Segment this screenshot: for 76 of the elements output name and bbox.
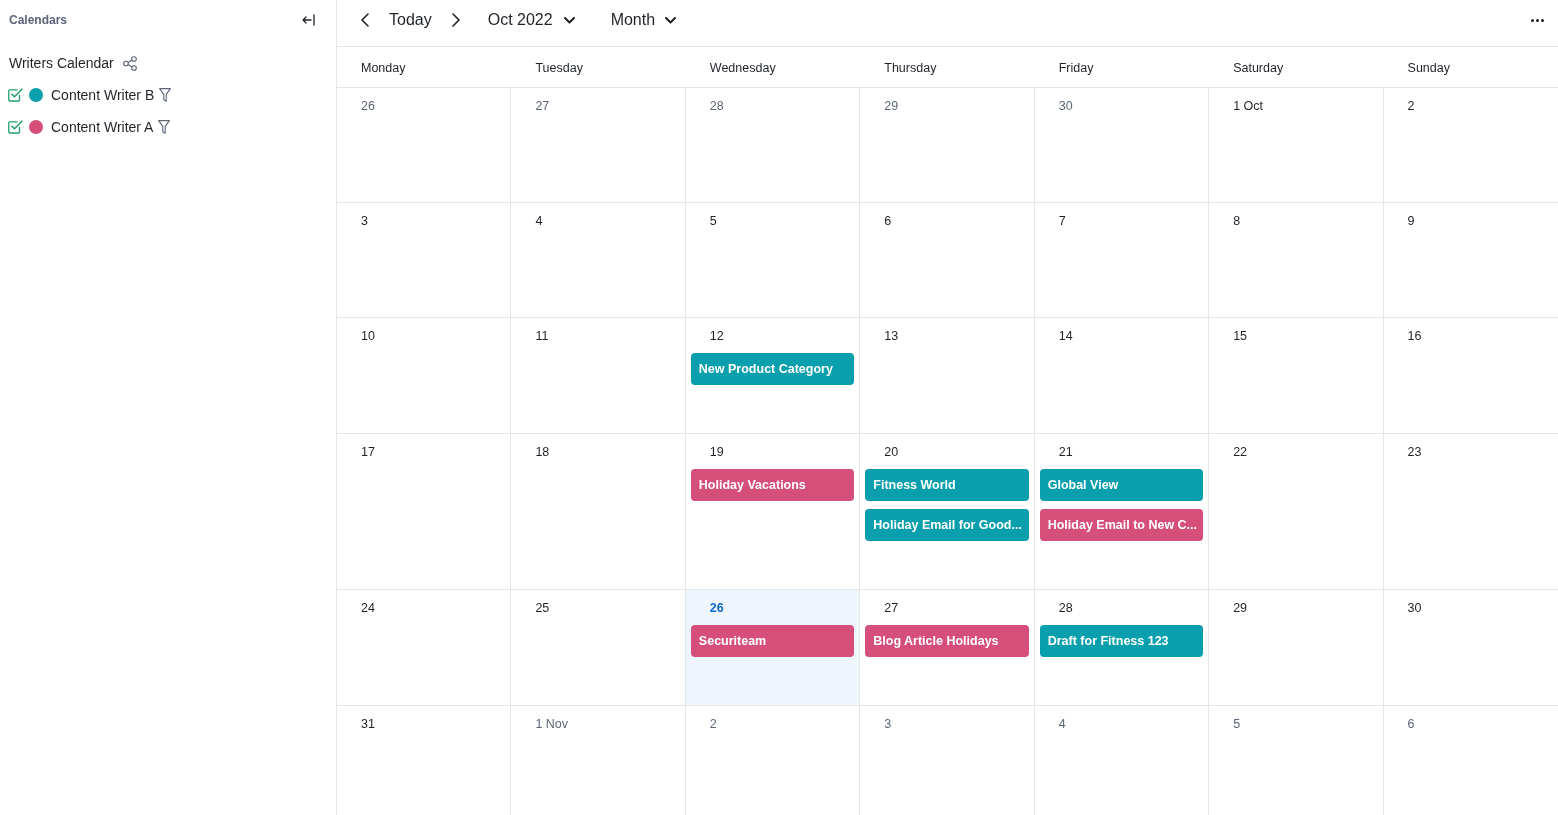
event-chip[interactable]: New Product Category bbox=[690, 353, 855, 385]
calendar-group-name: Writers Calendar bbox=[9, 55, 114, 71]
date-label: 26 bbox=[361, 98, 375, 115]
event-chip[interactable]: Holiday Email for Good... bbox=[865, 509, 1029, 541]
date-label: 19 bbox=[709, 444, 724, 461]
chevron-down-icon bbox=[563, 16, 575, 24]
date-label: 17 bbox=[361, 444, 375, 461]
event-chip[interactable]: Holiday Email to New C... bbox=[1039, 509, 1204, 541]
date-label: 10 bbox=[361, 328, 375, 345]
date-label: 5 bbox=[709, 213, 717, 230]
date-label: 2 bbox=[1407, 98, 1415, 115]
event-chip[interactable]: Securiteam bbox=[690, 625, 855, 657]
date-label: 30 bbox=[1058, 98, 1073, 115]
date-label: 13 bbox=[884, 328, 899, 345]
weekday-label: Wednesday bbox=[709, 60, 776, 75]
event-chip[interactable]: Draft for Fitness 123 bbox=[1039, 625, 1204, 657]
filter-icon[interactable] bbox=[159, 88, 172, 102]
date-label: 23 bbox=[1407, 444, 1422, 461]
date-dropdown[interactable]: Oct 2022 bbox=[487, 11, 575, 29]
date-label: 21 bbox=[1058, 444, 1073, 461]
date-label: 3 bbox=[884, 716, 892, 733]
date-label: 1 Oct bbox=[1233, 98, 1263, 115]
filter-icon[interactable] bbox=[158, 120, 171, 134]
date-label: 6 bbox=[1407, 716, 1415, 733]
calendar-name[interactable]: Content Writer A bbox=[51, 119, 154, 135]
chevron-down-icon bbox=[665, 16, 677, 24]
date-label: 4 bbox=[1058, 716, 1066, 733]
sidebar-title: Calendars bbox=[9, 13, 68, 27]
date-label: 9 bbox=[1407, 213, 1415, 230]
previous-icon[interactable] bbox=[361, 13, 369, 27]
collapse-sidebar-icon[interactable] bbox=[302, 14, 315, 26]
date-label: 26 bbox=[709, 600, 724, 617]
date-label: 22 bbox=[1233, 444, 1248, 461]
date-label: 31 bbox=[361, 716, 375, 733]
weekday-label: Saturday bbox=[1233, 60, 1284, 75]
date-label: 18 bbox=[535, 444, 550, 461]
weekday-label: Monday bbox=[361, 60, 406, 75]
date-label: 1 Nov bbox=[535, 716, 569, 733]
share-icon[interactable] bbox=[122, 55, 137, 71]
date-label: 14 bbox=[1058, 328, 1073, 345]
date-label: 27 bbox=[535, 98, 550, 115]
date-label: 29 bbox=[884, 98, 899, 115]
date-label: 16 bbox=[1407, 328, 1422, 345]
checked-checkbox-icon[interactable] bbox=[8, 120, 23, 134]
date-label: 28 bbox=[1058, 600, 1073, 617]
date-label: 3 bbox=[361, 213, 368, 230]
date-label: 28 bbox=[709, 98, 724, 115]
date-label: 30 bbox=[1407, 600, 1422, 617]
weekday-label: Friday bbox=[1058, 60, 1094, 75]
date-label: 2 bbox=[709, 716, 717, 733]
event-chip[interactable]: Blog Article Holidays bbox=[865, 625, 1029, 657]
weekday-label: Tuesday bbox=[535, 60, 583, 75]
date-label: 8 bbox=[1233, 213, 1241, 230]
checked-checkbox-icon[interactable] bbox=[8, 88, 23, 102]
event-chip[interactable]: Holiday Vacations bbox=[690, 469, 855, 501]
date-label: 27 bbox=[884, 600, 899, 617]
date-label: 15 bbox=[1233, 328, 1248, 345]
weekday-label: Thursday bbox=[884, 60, 937, 75]
date-label: 24 bbox=[361, 600, 375, 617]
today-button[interactable]: Today bbox=[389, 11, 432, 29]
date-label: 12 bbox=[709, 328, 724, 345]
more-options-icon[interactable] bbox=[1531, 18, 1544, 22]
calendar-name[interactable]: Content Writer B bbox=[51, 87, 155, 103]
date-label: 4 bbox=[535, 213, 543, 230]
next-icon[interactable] bbox=[451, 13, 460, 27]
date-label: 7 bbox=[1058, 213, 1066, 230]
view-dropdown[interactable]: Month bbox=[610, 11, 677, 29]
weekday-label: Sunday bbox=[1407, 60, 1450, 75]
event-chip[interactable]: Fitness World bbox=[865, 469, 1029, 501]
date-label: 6 bbox=[884, 213, 892, 230]
date-label: 11 bbox=[535, 328, 549, 345]
event-chip[interactable]: Global View bbox=[1039, 469, 1204, 501]
date-label: 5 bbox=[1233, 716, 1241, 733]
date-label: 29 bbox=[1233, 600, 1248, 617]
date-label: 25 bbox=[535, 600, 550, 617]
date-label: 20 bbox=[884, 444, 899, 461]
